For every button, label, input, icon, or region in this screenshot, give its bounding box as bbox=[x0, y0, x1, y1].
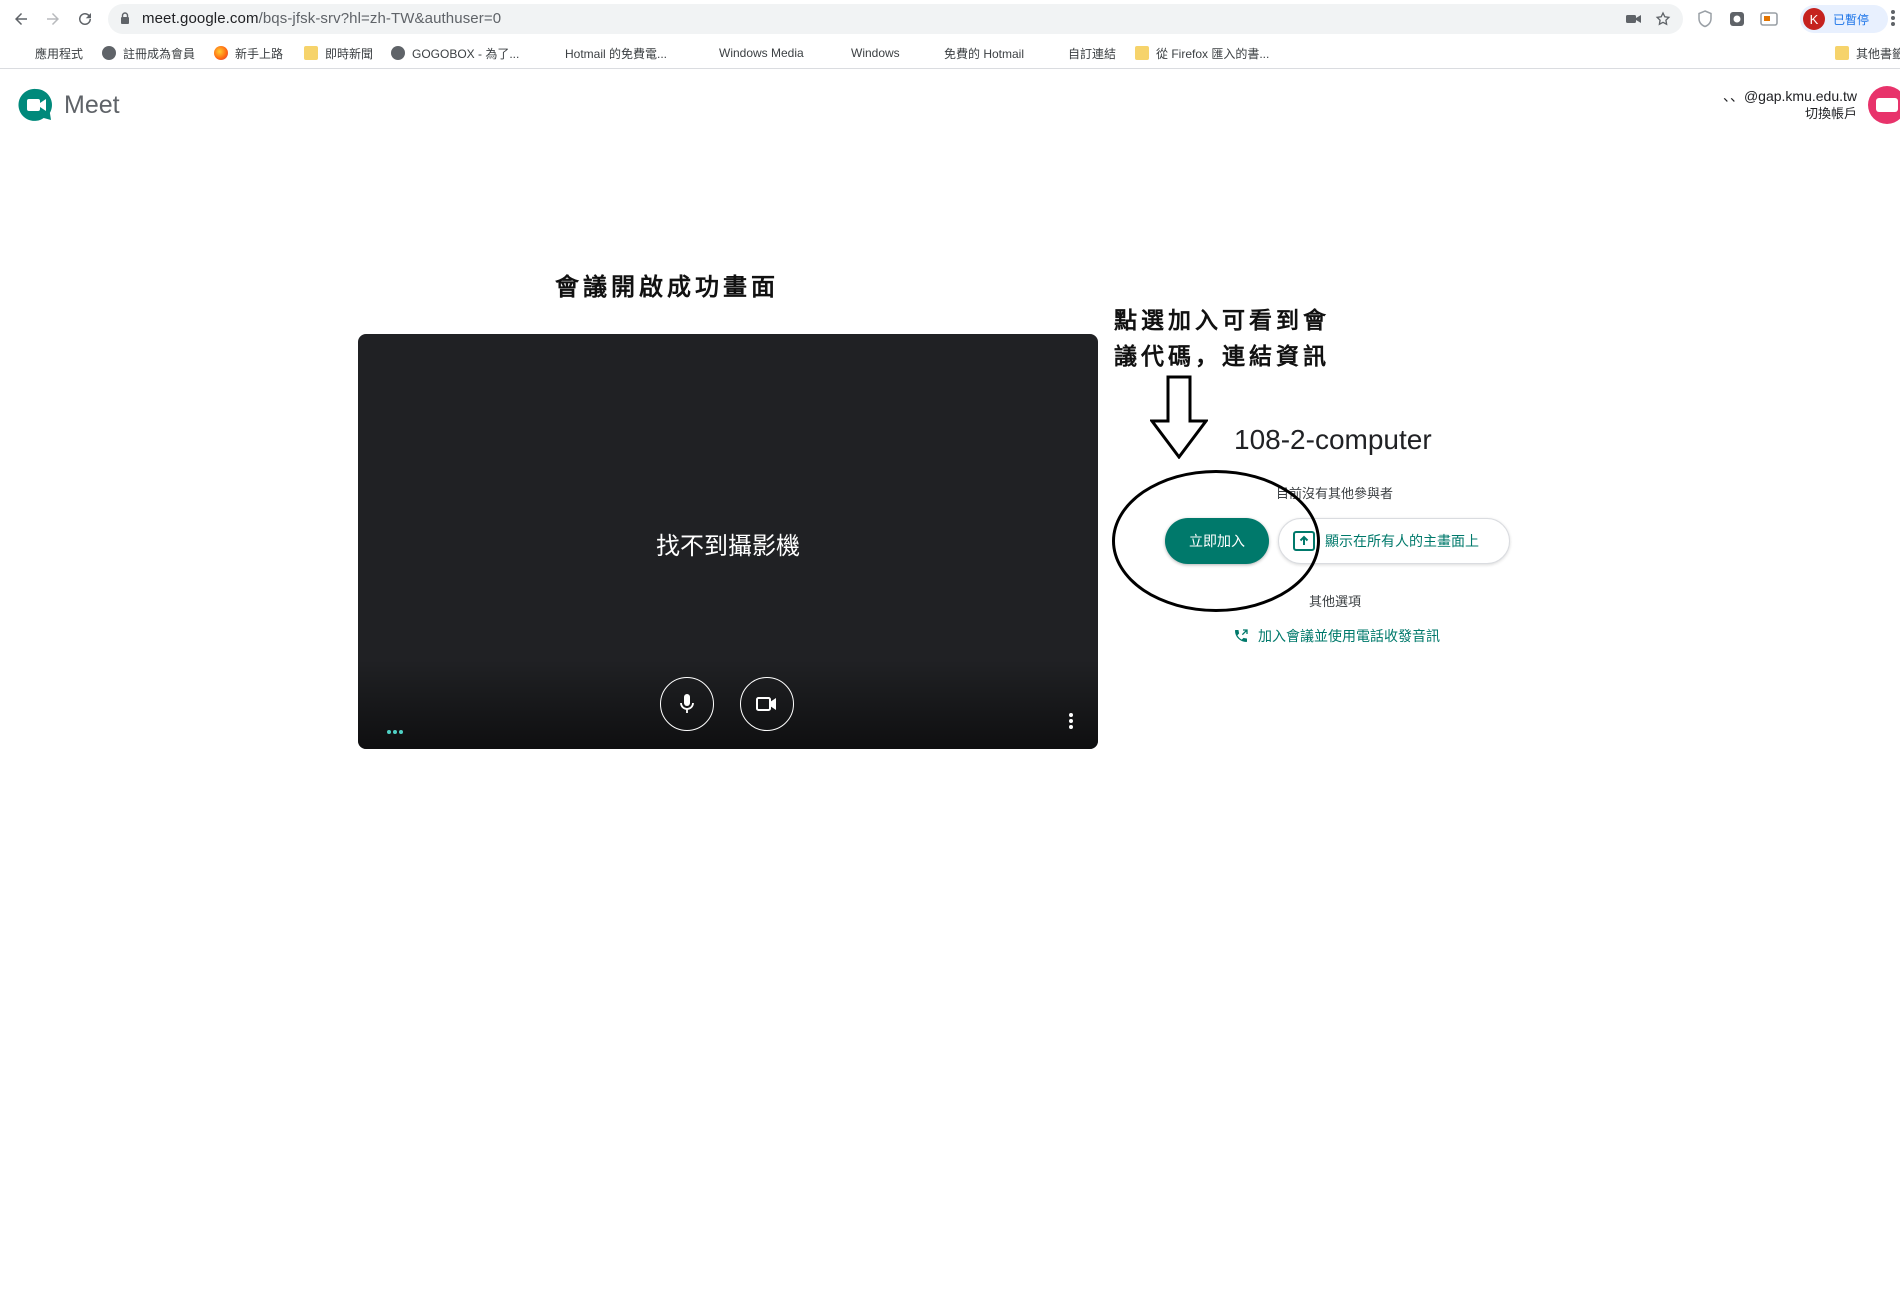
star-icon[interactable] bbox=[1654, 10, 1672, 28]
reload-icon[interactable] bbox=[72, 6, 98, 32]
firefox-icon bbox=[214, 46, 228, 60]
annotation-note-line: 議代碼，連結資訊 bbox=[1114, 343, 1330, 370]
meeting-name: 108-2-computer bbox=[1234, 424, 1432, 455]
bookmark-item[interactable]: 即時新聞 bbox=[304, 44, 373, 62]
annotation-note-line: 點選加入可看到會 bbox=[1114, 307, 1330, 334]
bookmark-item[interactable]: 免費的 Hotmail bbox=[923, 44, 1024, 62]
phone-audio-link[interactable]: 加入會議並使用電話收發音訊 bbox=[1233, 626, 1440, 646]
profile-avatar: K bbox=[1803, 8, 1825, 30]
meet-logo-icon[interactable] bbox=[18, 87, 54, 123]
annotation-circle bbox=[1112, 470, 1320, 612]
bookmark-label: 新手上路 bbox=[235, 46, 284, 61]
extension-icon[interactable] bbox=[1727, 9, 1747, 29]
bookmark-label: GOGOBOX - 為了... bbox=[412, 46, 520, 61]
apps-icon bbox=[14, 46, 28, 60]
bookmark-label: Windows bbox=[851, 46, 900, 60]
microsoft-icon bbox=[1047, 46, 1061, 60]
present-button-label: 顯示在所有人的主畫面上 bbox=[1325, 533, 1479, 549]
forward-icon[interactable] bbox=[40, 6, 66, 32]
bookmark-label: 從 Firefox 匯入的書... bbox=[1156, 46, 1270, 61]
annotation-title: 會議開啟成功畫面 bbox=[555, 272, 779, 301]
shield-extension-icon[interactable] bbox=[1695, 9, 1715, 29]
bookmark-label: 免費的 Hotmail bbox=[944, 46, 1025, 61]
bookmark-item[interactable]: 註冊成為會員 bbox=[102, 44, 195, 62]
video-preview: 找不到攝影機 bbox=[358, 334, 1098, 749]
bookmark-label: 應用程式 bbox=[35, 46, 84, 61]
microsoft-icon bbox=[698, 46, 712, 60]
annotation-note: 點選加入可看到會 議代碼，連結資訊 bbox=[1114, 303, 1364, 375]
phone-audio-label: 加入會議並使用電話收發音訊 bbox=[1258, 628, 1440, 644]
video-camera-icon bbox=[756, 697, 776, 711]
profile-chip[interactable]: K 已暫停 bbox=[1800, 5, 1888, 33]
back-icon[interactable] bbox=[8, 6, 34, 32]
url-text: meet.google.com/bqs-jfsk-srv?hl=zh-TW&au… bbox=[142, 10, 502, 27]
cast-extension-icon[interactable] bbox=[1759, 9, 1779, 29]
bookmark-item[interactable]: Hotmail 的免費電... bbox=[544, 44, 667, 62]
microsoft-icon bbox=[830, 46, 844, 60]
bookmark-item[interactable]: GOGOBOX - 為了... bbox=[391, 44, 519, 62]
camera-button[interactable] bbox=[740, 677, 794, 731]
no-camera-message: 找不到攝影機 bbox=[656, 533, 800, 560]
bookmark-item[interactable]: 從 Firefox 匯入的書... bbox=[1135, 44, 1269, 62]
other-options-label: 其他選項 bbox=[1309, 594, 1362, 609]
globe-icon bbox=[391, 46, 405, 60]
effects-icon[interactable] bbox=[386, 722, 404, 740]
down-arrow-icon bbox=[1149, 375, 1209, 464]
more-options-icon[interactable] bbox=[1068, 712, 1074, 735]
browser-toolbar: meet.google.com/bqs-jfsk-srv?hl=zh-TW&au… bbox=[0, 0, 1900, 38]
bookmark-item[interactable]: 其他書籤 bbox=[1835, 44, 1900, 62]
bookmark-item[interactable]: 應用程式 bbox=[14, 44, 83, 62]
phone-icon bbox=[1233, 628, 1249, 644]
profile-status: 已暫停 bbox=[1833, 12, 1870, 27]
bookmark-label: 自訂連結 bbox=[1068, 46, 1117, 61]
meet-brand: Meet bbox=[64, 91, 120, 119]
bookmark-label: Windows Media bbox=[719, 46, 804, 60]
bookmark-label: 註冊成為會員 bbox=[123, 46, 196, 61]
bookmark-item[interactable]: 自訂連結 bbox=[1047, 44, 1116, 62]
folder-icon bbox=[304, 46, 318, 60]
account-avatar[interactable] bbox=[1868, 86, 1900, 124]
folder-icon bbox=[1135, 46, 1149, 60]
bookmark-item[interactable]: 新手上路 bbox=[214, 44, 283, 62]
bookmarks-bar: 應用程式 註冊成為會員 新手上路 即時新聞 GOGOBOX - 為了... Ho… bbox=[0, 38, 1900, 69]
bookmark-label: 即時新聞 bbox=[325, 46, 374, 61]
microphone-button[interactable] bbox=[660, 677, 714, 731]
bookmark-label: 其他書籤 bbox=[1856, 46, 1900, 61]
microsoft-icon bbox=[923, 46, 937, 60]
camera-blocked-icon[interactable] bbox=[1625, 10, 1643, 28]
address-bar[interactable]: meet.google.com/bqs-jfsk-srv?hl=zh-TW&au… bbox=[108, 4, 1683, 34]
browser-menu-icon[interactable] bbox=[1890, 9, 1896, 32]
globe-icon bbox=[102, 46, 116, 60]
switch-account-link[interactable]: 切換帳戶 bbox=[1805, 103, 1857, 122]
microsoft-icon bbox=[544, 46, 558, 60]
lock-icon bbox=[120, 12, 130, 30]
folder-icon bbox=[1835, 46, 1849, 60]
microphone-icon bbox=[680, 694, 694, 713]
bookmark-label: Hotmail 的免費電... bbox=[565, 46, 668, 61]
bookmark-item[interactable]: Windows Media bbox=[698, 44, 804, 62]
preview-shade bbox=[358, 659, 1098, 749]
bookmark-item[interactable]: Windows bbox=[830, 44, 900, 62]
